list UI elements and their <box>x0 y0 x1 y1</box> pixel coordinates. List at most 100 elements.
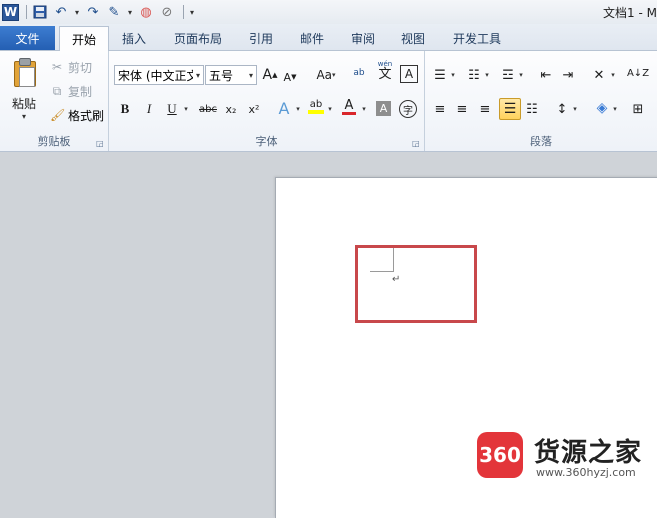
copy-button[interactable]: ⧉ 复制 <box>50 81 92 101</box>
shading-dropdown-icon[interactable]: ▾ <box>611 99 619 119</box>
character-border-button[interactable]: A <box>400 65 418 83</box>
window-title: 文档1 - M <box>603 6 657 20</box>
clear-formatting-button[interactable]: ab <box>349 63 369 83</box>
multilevel-list-button[interactable]: ☲ <box>499 65 517 85</box>
align-left-icon: ≡ <box>434 101 446 117</box>
chinese-layout-button[interactable]: ✕ <box>589 65 609 85</box>
undo-dropdown-icon[interactable]: ▾ <box>73 3 81 21</box>
clipboard-group-label: 剪贴板 <box>37 135 71 148</box>
paintbrush-icon: 🖌 <box>50 108 66 122</box>
brush-dropdown-icon[interactable]: ▾ <box>126 3 134 21</box>
line-spacing-dropdown-icon[interactable]: ▾ <box>571 99 579 119</box>
shading-button[interactable]: ◈ <box>593 98 611 118</box>
watermark-logo: 360 <box>477 432 523 478</box>
enclose-characters-button[interactable]: 字 <box>399 100 417 118</box>
distributed-icon: ☷ <box>526 101 538 117</box>
cut-button[interactable]: ✂ 剪切 <box>50 57 92 77</box>
customize-qat-icon[interactable]: ▾ <box>188 3 196 21</box>
color-wheel-icon[interactable]: ◍ <box>137 3 155 21</box>
tab-file[interactable]: 文件 <box>0 26 55 50</box>
font-group: 宋体 (中文正文) ▾ 五号 ▾ A ▲ A ▼ Aa ▾ ab wén 文 A B … <box>109 51 425 151</box>
text-effects-button[interactable]: A <box>275 98 293 118</box>
tab-insert[interactable]: 插入 <box>112 26 156 50</box>
no-format-icon[interactable]: ⊘ <box>158 3 176 21</box>
tab-page-layout[interactable]: 页面布局 <box>164 26 232 50</box>
decrease-indent-icon: ⇤ <box>540 67 552 83</box>
line-spacing-button[interactable]: ↕ <box>553 99 571 119</box>
character-shading-icon: A <box>379 102 388 115</box>
font-color-dropdown-icon[interactable]: ▾ <box>359 99 369 119</box>
align-center-button[interactable]: ≡ <box>453 99 471 119</box>
underline-dropdown-icon[interactable]: ▾ <box>181 99 191 119</box>
bold-icon: B <box>120 101 130 116</box>
tab-references[interactable]: 引用 <box>240 26 282 50</box>
undo-icon[interactable]: ↶ <box>52 3 70 21</box>
redo-icon[interactable]: ↷ <box>84 3 102 21</box>
shrink-font-button[interactable]: A ▼ <box>282 67 298 87</box>
distributed-button[interactable]: ☷ <box>523 99 541 119</box>
character-shading-button[interactable]: A <box>376 101 391 116</box>
format-painter-button[interactable]: 🖌 格式刷 <box>50 105 104 125</box>
underline-button[interactable]: U <box>164 99 180 119</box>
phonetic-guide-icon: 文 <box>378 67 392 82</box>
tab-home[interactable]: 开始 <box>59 26 109 51</box>
cut-label: 剪切 <box>68 60 93 75</box>
highlight-button[interactable]: ab <box>307 97 325 117</box>
bold-button[interactable]: B <box>117 99 133 119</box>
chinese-layout-dropdown-icon[interactable]: ▾ <box>609 65 617 85</box>
font-launcher-icon[interactable]: ◲ <box>412 139 421 148</box>
word-app-icon[interactable]: W <box>2 3 19 21</box>
paste-button[interactable]: 粘贴 ▾ <box>4 55 44 127</box>
format-brush-icon[interactable]: ✎ <box>105 3 123 21</box>
shrink-font-icon: A <box>283 70 292 84</box>
multilevel-list-dropdown-icon[interactable]: ▾ <box>517 65 525 85</box>
sort-button[interactable]: A↓Z <box>627 63 649 83</box>
tab-view[interactable]: 视图 <box>392 26 434 50</box>
increase-indent-button[interactable]: ⇥ <box>559 65 577 85</box>
change-case-button[interactable]: Aa ▾ <box>313 65 339 85</box>
clipboard-icon <box>12 57 36 87</box>
align-right-icon: ≡ <box>479 101 491 117</box>
save-icon[interactable] <box>31 3 49 21</box>
font-name-dropdown-icon[interactable]: ▾ <box>193 66 203 84</box>
decrease-indent-button[interactable]: ⇤ <box>537 65 555 85</box>
align-center-icon: ≡ <box>456 101 468 117</box>
scissors-icon: ✂ <box>51 60 63 74</box>
font-size-combo[interactable]: 五号 ▾ <box>205 65 257 85</box>
superscript-button[interactable]: x² <box>245 99 263 119</box>
align-right-button[interactable]: ≡ <box>476 99 494 119</box>
bullets-dropdown-icon[interactable]: ▾ <box>449 65 457 85</box>
ribbon: 粘贴 ▾ ✂ 剪切 ⧉ 复制 🖌 格式刷 剪贴板 ◲ 宋体 (中文正文) ▾ 五… <box>0 51 657 152</box>
strikethrough-button[interactable]: abc <box>197 99 219 119</box>
strikethrough-icon: abc <box>199 103 217 115</box>
copy-label: 复制 <box>68 84 93 99</box>
superscript-icon: x² <box>248 102 260 116</box>
align-left-button[interactable]: ≡ <box>431 99 449 119</box>
font-name-combo[interactable]: 宋体 (中文正文) ▾ <box>114 65 204 85</box>
phonetic-guide-button[interactable]: wén 文 <box>375 61 395 82</box>
change-case-icon: Aa <box>316 68 333 82</box>
tab-mailings[interactable]: 邮件 <box>291 26 333 50</box>
borders-button[interactable]: ⊞ <box>629 99 647 119</box>
font-color-button[interactable]: A <box>341 97 357 117</box>
font-group-label: 字体 <box>255 135 278 148</box>
tab-review[interactable]: 审阅 <box>342 26 384 50</box>
format-painter-label: 格式刷 <box>68 108 105 123</box>
bullets-button[interactable]: ☰ <box>431 65 449 85</box>
highlight-dropdown-icon[interactable]: ▾ <box>325 99 335 119</box>
numbering-dropdown-icon[interactable]: ▾ <box>483 65 491 85</box>
paste-dropdown-icon[interactable]: ▾ <box>4 112 44 121</box>
grow-font-button[interactable]: A ▲ <box>261 65 279 85</box>
clipboard-launcher-icon[interactable]: ◲ <box>96 139 105 148</box>
italic-button[interactable]: I <box>141 99 157 119</box>
text-effects-dropdown-icon[interactable]: ▾ <box>293 99 303 119</box>
justify-button[interactable]: ☰ <box>499 98 521 120</box>
subscript-button[interactable]: x₂ <box>222 99 240 119</box>
font-size-dropdown-icon[interactable]: ▾ <box>246 66 256 84</box>
clipboard-group: 粘贴 ▾ ✂ 剪切 ⧉ 复制 🖌 格式刷 剪贴板 ◲ <box>0 51 109 151</box>
tab-developer[interactable]: 开发工具 <box>444 26 510 50</box>
chinese-layout-icon: ✕ <box>593 67 605 83</box>
character-border-icon: A <box>404 67 414 81</box>
numbering-button[interactable]: ☷ <box>465 65 483 85</box>
highlight-icon: ab <box>309 99 323 110</box>
